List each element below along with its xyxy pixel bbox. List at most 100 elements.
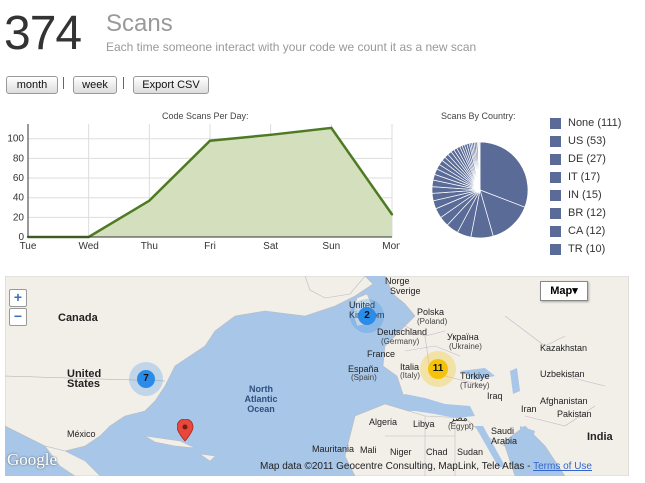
map-label-pakistan: Pakistan bbox=[557, 409, 592, 419]
map-label-canada: Canada bbox=[58, 312, 98, 324]
data-point bbox=[148, 199, 151, 202]
map-label-italy: (Italy) bbox=[400, 371, 420, 380]
zoom-in-button[interactable]: + bbox=[9, 289, 27, 307]
map-label-sudan: Sudan bbox=[457, 447, 484, 457]
legend-swatch bbox=[550, 172, 561, 183]
map-label-germany: (Germany) bbox=[381, 337, 420, 346]
scan-count: 374 bbox=[4, 7, 82, 60]
legend-item: CA (12) bbox=[550, 224, 645, 242]
month-button[interactable]: month bbox=[6, 76, 58, 94]
x-tick-label: Tue bbox=[20, 241, 37, 252]
map-label-mali: Mali bbox=[360, 445, 377, 455]
google-logo: Google bbox=[7, 450, 58, 469]
legend-item: None (111) bbox=[550, 116, 645, 134]
data-point bbox=[390, 213, 394, 216]
map-type-dropdown[interactable]: Map▾ bbox=[540, 281, 588, 301]
area-fill bbox=[28, 127, 392, 237]
map-label-iran: Iran bbox=[521, 404, 537, 414]
legend-item: DE (27) bbox=[550, 152, 645, 170]
page-header: 374 Scans Each time someone interact wit… bbox=[0, 0, 645, 70]
map-label-deutschland: Deutschland bbox=[377, 327, 428, 337]
map-pin-icon[interactable] bbox=[177, 419, 197, 449]
pie-legend: None (111) US (53) DE (27) IT (17) IN (15) BR… bbox=[550, 116, 645, 260]
data-point bbox=[269, 133, 272, 137]
map-label-norge: Norge bbox=[385, 276, 410, 286]
x-tick-label: Wed bbox=[78, 241, 98, 252]
map-label-turkiye: Türkiye bbox=[460, 371, 490, 381]
y-tick-label: 40 bbox=[13, 193, 25, 204]
x-tick-label: Mon bbox=[382, 241, 400, 252]
map-label-ukraine-en: (Ukraine) bbox=[449, 342, 482, 351]
cluster-marker-italy[interactable]: 11 bbox=[428, 359, 448, 379]
legend-label: CA (12) bbox=[568, 225, 606, 237]
map-label-afghanistan: Afghanistan bbox=[540, 396, 588, 406]
scans-per-day-chart: 020406080100Tue Wed Thu Fri Sat Sun Mon bbox=[7, 124, 400, 252]
legend-label: IN (15) bbox=[568, 189, 602, 201]
map-label-sverige: Sverige bbox=[390, 286, 421, 296]
map-label-algeria: Algeria bbox=[369, 417, 398, 427]
legend-item: US (53) bbox=[550, 134, 645, 152]
toolbar-separator bbox=[123, 77, 124, 89]
map-label-mexico: México bbox=[67, 429, 96, 439]
map-label-iraq: Iraq bbox=[487, 391, 503, 401]
map-label-egypt: (Egypt) bbox=[448, 422, 474, 431]
y-tick-label: 20 bbox=[13, 212, 25, 223]
map-attribution: Map data ©2011 Geocentre Consulting, Map… bbox=[260, 461, 592, 472]
page-title: Scans bbox=[106, 10, 173, 37]
x-tick-label: Fri bbox=[204, 241, 216, 252]
week-button[interactable]: week bbox=[73, 76, 117, 94]
page-subtitle: Each time someone interact with your cod… bbox=[106, 40, 477, 54]
map-label-polska: Polska bbox=[417, 307, 445, 317]
legend-swatch bbox=[550, 226, 561, 237]
terms-of-use-link[interactable]: Terms of Use bbox=[533, 461, 592, 472]
zoom-out-button[interactable]: − bbox=[9, 308, 27, 326]
legend-swatch bbox=[550, 154, 561, 165]
x-tick-label: Thu bbox=[141, 241, 158, 252]
legend-item: TR (10) bbox=[550, 242, 645, 260]
toolbar-separator bbox=[63, 77, 64, 89]
legend-label: IT (17) bbox=[568, 171, 601, 183]
cluster-marker-us[interactable]: 7 bbox=[137, 370, 155, 388]
legend-swatch bbox=[550, 190, 561, 201]
attribution-text: Map data ©2011 Geocentre Consulting, Map… bbox=[260, 461, 534, 472]
map-label-mauritania: Mauritania bbox=[312, 444, 355, 454]
cluster-marker-uk[interactable]: 2 bbox=[358, 307, 376, 325]
map-label-libya: Libya bbox=[413, 419, 435, 429]
map-label-kazakhstan: Kazakhstan bbox=[540, 343, 588, 353]
map-label-niger: Niger bbox=[390, 447, 412, 457]
export-csv-button[interactable]: Export CSV bbox=[133, 76, 209, 94]
map-label-india: India bbox=[587, 431, 613, 443]
legend-item: BR (12) bbox=[550, 206, 645, 224]
y-tick-label: 100 bbox=[7, 134, 24, 145]
map-label-north-atlantic: North Atlantic Ocean bbox=[244, 384, 278, 414]
legend-label: BR (12) bbox=[568, 207, 606, 219]
map-label-united-states: United States bbox=[67, 368, 102, 390]
legend-item: IT (17) bbox=[550, 170, 645, 188]
y-tick-label: 80 bbox=[13, 153, 25, 164]
map-label-chad: Chad bbox=[426, 447, 448, 457]
legend-swatch bbox=[550, 244, 561, 255]
legend-swatch bbox=[550, 118, 561, 129]
legend-swatch bbox=[550, 208, 561, 219]
map-label-turkey: (Turkey) bbox=[460, 381, 490, 390]
legend-item: IN (15) bbox=[550, 188, 645, 206]
y-tick-label: 60 bbox=[13, 173, 25, 184]
scan-map[interactable]: + − Map▾ Canada United States México Nor… bbox=[5, 276, 629, 476]
map-label-spain: (Spain) bbox=[351, 373, 377, 382]
map-label-uzbekistan: Uzbekistan bbox=[540, 369, 585, 379]
map-label-ukraine: Україна bbox=[447, 332, 479, 342]
pie-chart-title: Scans By Country: bbox=[441, 111, 516, 121]
legend-swatch bbox=[550, 136, 561, 147]
legend-label: US (53) bbox=[568, 135, 606, 147]
legend-label: None (111) bbox=[568, 117, 622, 129]
legend-label: DE (27) bbox=[568, 153, 606, 165]
map-label-poland: (Poland) bbox=[417, 317, 448, 326]
scans-by-country-chart bbox=[431, 141, 529, 239]
map-label-france: France bbox=[367, 349, 396, 359]
map-label-saudi-arabia: Saudi Arabia bbox=[491, 426, 518, 446]
data-point bbox=[330, 126, 333, 130]
data-point bbox=[208, 139, 212, 142]
x-tick-label: Sun bbox=[322, 241, 340, 252]
x-tick-label: Sat bbox=[263, 241, 278, 252]
legend-label: TR (10) bbox=[568, 243, 606, 255]
